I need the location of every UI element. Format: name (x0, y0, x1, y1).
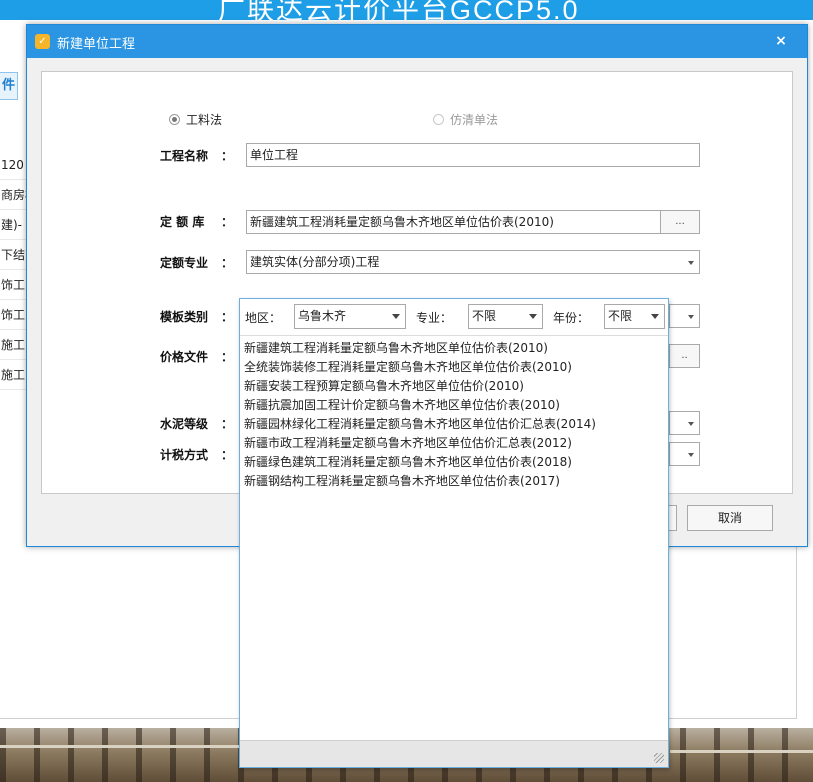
label-colon: ： (221, 256, 234, 270)
radio-label: 工料法 (186, 113, 223, 127)
left-tree-item[interactable]: 建)- (0, 210, 28, 240)
toolbar-button[interactable]: 件 (0, 72, 18, 100)
chevron-down-icon (688, 315, 694, 319)
project-name-label: 工程名称 (160, 149, 209, 163)
quota-library-browse-button[interactable]: ... (660, 210, 700, 234)
chevron-down-icon (688, 422, 694, 426)
label-colon: ： (221, 350, 234, 364)
label-colon: ： (221, 215, 234, 229)
template-list-item[interactable]: 新疆市政工程消耗量定额乌鲁木齐地区单位估价汇总表(2012) (244, 434, 664, 453)
template-list-item[interactable]: 新疆抗震加固工程计价定额乌鲁木齐地区单位估价表(2010) (244, 396, 664, 415)
specialty-filter-select[interactable]: 不限 (468, 304, 543, 329)
quota-specialty-value: 建筑实体(分部分项)工程 (250, 255, 380, 269)
template-list-item[interactable]: 全统装饰装修工程消耗量定额乌鲁木齐地区单位估价表(2010) (244, 358, 664, 377)
specialty-filter-label: 专业： (416, 311, 453, 325)
quota-specialty-label: 定额专业 (160, 256, 209, 270)
wallpaper-detail (670, 750, 813, 753)
price-file-label: 价格文件 (160, 350, 209, 364)
label-colon: ： (221, 310, 234, 324)
template-list: 新疆建筑工程消耗量定额乌鲁木齐地区单位估价表(2010) 全统装饰装修工程消耗量… (244, 339, 664, 491)
left-tree-item[interactable]: 120 (0, 150, 28, 180)
cement-grade-select-edge[interactable] (669, 411, 700, 435)
template-list-item[interactable]: 新疆建筑工程消耗量定额乌鲁木齐地区单位估价表(2010) (244, 339, 664, 358)
chevron-down-icon (529, 314, 537, 319)
year-filter-label: 年份： (553, 311, 590, 325)
template-type-select-edge[interactable] (669, 304, 700, 328)
quota-library-label: 定 额 库 (160, 215, 205, 229)
radio-imitation-bill-method: 仿清单法 (433, 112, 498, 128)
label-colon: ： (221, 417, 234, 431)
dialog-titlebar[interactable]: ✓ 新建单位工程 × (27, 25, 807, 58)
chevron-down-icon (688, 261, 694, 265)
quota-specialty-select[interactable]: 建筑实体(分部分项)工程 (246, 250, 700, 274)
app-logo-icon: ✓ (35, 34, 50, 49)
left-tree-list: 120 商房楼 建)- 下结 饰工 饰工 施工 施工 (0, 150, 28, 390)
template-list-item[interactable]: 新疆绿色建筑工程消耗量定额乌鲁木齐地区单位估价表(2018) (244, 453, 664, 472)
tax-method-select-edge[interactable] (669, 442, 700, 466)
resize-grip-icon[interactable] (654, 753, 664, 763)
template-list-item[interactable]: 新疆园林绿化工程消耗量定额乌鲁木齐地区单位估价汇总表(2014) (244, 415, 664, 434)
specialty-filter-value: 不限 (472, 309, 497, 323)
app-header: 广联达云计价平台GCCP5.0 (0, 0, 813, 20)
region-filter-select[interactable]: 乌鲁木齐 (294, 304, 406, 329)
radio-label: 仿清单法 (450, 113, 499, 127)
label-colon: ： (221, 149, 234, 163)
left-tree-item[interactable]: 施工 (0, 330, 28, 360)
left-tree-item[interactable]: 饰工 (0, 300, 28, 330)
tax-method-label: 计税方式 (160, 448, 209, 462)
template-type-label: 模板类别 (160, 310, 209, 324)
popup-footer (240, 740, 668, 767)
quota-library-input[interactable]: 新疆建筑工程消耗量定额乌鲁木齐地区单位估价表(2010) (246, 210, 661, 234)
label-colon: ： (221, 448, 234, 462)
dialog-title: 新建单位工程 (57, 37, 136, 52)
left-tree-item[interactable]: 下结 (0, 240, 28, 270)
cancel-button[interactable]: 取消 (687, 505, 773, 531)
project-name-input[interactable]: 单位工程 (246, 143, 700, 167)
region-filter-value: 乌鲁木齐 (298, 309, 347, 323)
template-filter-bar: 地区： 乌鲁木齐 专业： 不限 年份： 不限 (240, 299, 668, 336)
chevron-down-icon (688, 453, 694, 457)
left-tree-item[interactable]: 商房楼 (0, 180, 28, 210)
template-dropdown-popup: 地区： 乌鲁木齐 专业： 不限 年份： 不限 新疆建筑工程消耗量定额乌鲁木齐地区… (239, 298, 669, 768)
left-tree-item[interactable]: 饰工 (0, 270, 28, 300)
close-button[interactable]: × (769, 31, 793, 51)
wallpaper-detail (0, 745, 240, 748)
radio-selected-icon (169, 114, 180, 125)
price-file-browse-button[interactable]: .. (669, 344, 700, 368)
template-list-item[interactable]: 新疆安装工程预算定额乌鲁木齐地区单位估价(2010) (244, 377, 664, 396)
chevron-down-icon (651, 314, 659, 319)
region-filter-label: 地区： (245, 311, 282, 325)
cement-grade-label: 水泥等级 (160, 417, 209, 431)
year-filter-value: 不限 (608, 309, 633, 323)
radio-labor-material-method[interactable]: 工料法 (169, 112, 222, 128)
radio-unselected-icon (433, 114, 444, 125)
left-tree-item[interactable]: 施工 (0, 360, 28, 390)
chevron-down-icon (392, 314, 400, 319)
year-filter-select[interactable]: 不限 (604, 304, 665, 329)
template-list-item[interactable]: 新疆钢结构工程消耗量定额乌鲁木齐地区单位估价表(2017) (244, 472, 664, 491)
app-title: 广联达云计价平台GCCP5.0 (218, 0, 580, 20)
